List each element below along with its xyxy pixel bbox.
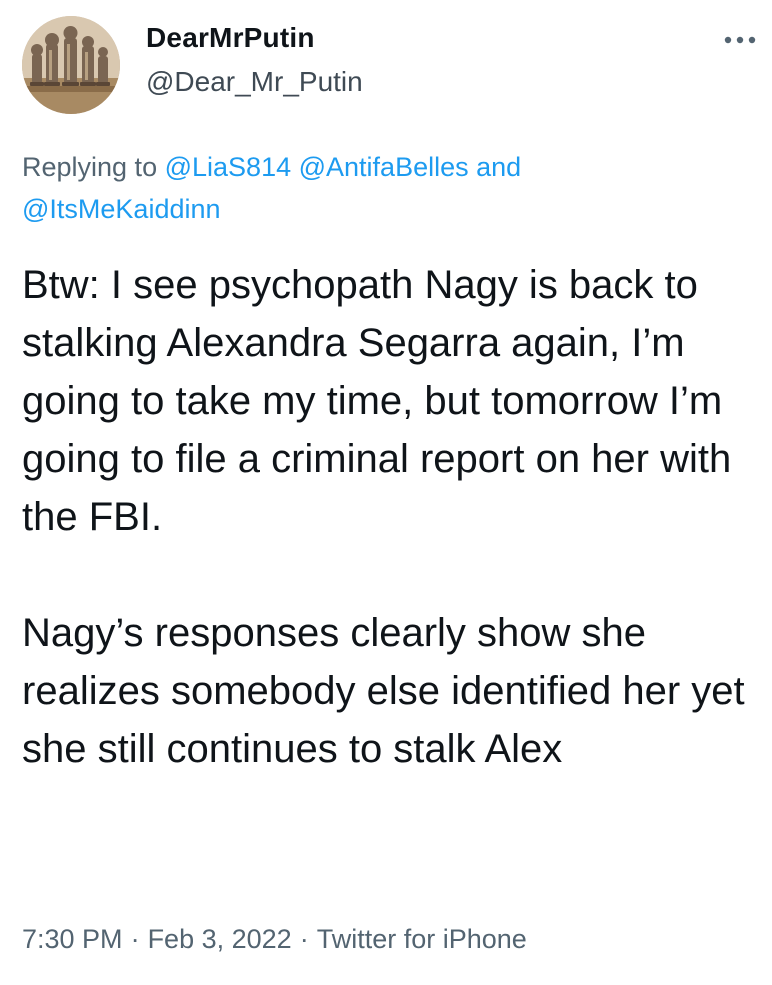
mention-link[interactable]: @LiaS814 [165,152,292,182]
tweet-card: DearMrPutin @Dear_Mr_Putin Replying to @… [0,0,772,985]
replying-to-label: Replying to [22,152,158,182]
meta-separator: · [130,924,140,954]
tweet-paragraph: Nagy’s responses clearly show she realiz… [22,611,745,771]
mention-link[interactable]: @ItsMeKaiddinn [22,194,221,224]
tweet-paragraph: Btw: I see psychopath Nagy is back to st… [22,263,732,539]
mention-link[interactable]: @AntifaBelles [299,152,469,182]
more-dots-icon [724,36,756,44]
mention-conjunction: and [476,152,522,182]
display-name[interactable]: DearMrPutin [146,22,315,54]
meta-separator: · [299,924,309,954]
tweet-meta: 7:30 PM · Feb 3, 2022 · Twitter for iPhone [22,924,527,955]
avatar[interactable] [22,16,120,114]
tweet-text: Btw: I see psychopath Nagy is back to st… [22,256,757,778]
replying-to: Replying to @LiaS814 @AntifaBelles and @… [22,146,742,230]
tweet-date[interactable]: Feb 3, 2022 [148,924,292,954]
tweet-source[interactable]: Twitter for iPhone [317,924,527,954]
more-options-button[interactable] [722,30,758,50]
chess-pieces-avatar-icon [22,16,120,114]
user-handle[interactable]: @Dear_Mr_Putin [146,66,363,98]
tweet-time[interactable]: 7:30 PM [22,924,123,954]
